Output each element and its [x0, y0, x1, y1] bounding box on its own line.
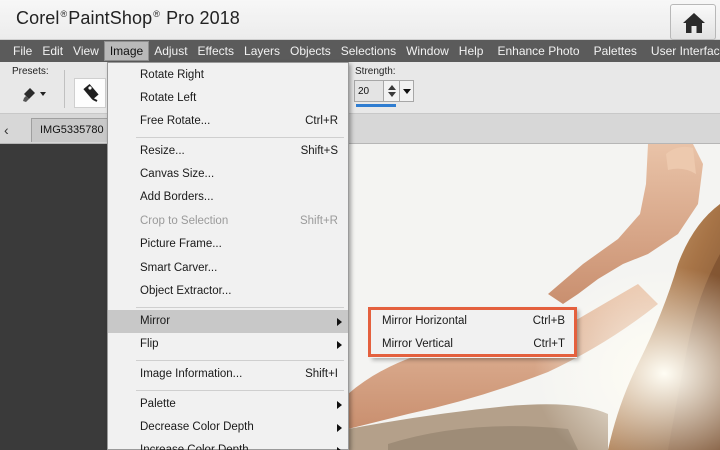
menu-effects[interactable]: Effects	[193, 41, 239, 61]
title-bar: Corel®PaintShop® Pro 2018	[0, 0, 720, 40]
mirror-submenu: Mirror Horizontal Ctrl+B Mirror Vertical C…	[370, 308, 577, 358]
menu-objects[interactable]: Objects	[285, 41, 336, 61]
image-menu-dropdown: Rotate Right Rotate Left Free Rotate... C…	[107, 62, 349, 450]
menu-user-interface[interactable]: User Interface	[646, 41, 720, 61]
menu-view[interactable]: View	[68, 41, 104, 61]
menu-bar: File Edit View Image Adjust Effects Laye…	[0, 40, 720, 62]
presets-button[interactable]	[20, 82, 52, 104]
menu-item-crop-to-selection: Crop to Selection Shift+R	[140, 215, 338, 227]
menu-file[interactable]: File	[8, 41, 37, 61]
chevron-down-icon	[403, 89, 411, 94]
tool-button[interactable]	[74, 78, 106, 108]
menu-item-increase-color-depth[interactable]: Increase Color Depth	[108, 439, 348, 450]
submenu-arrow-icon	[337, 318, 342, 326]
app-title: Corel®PaintShop® Pro 2018	[16, 8, 240, 28]
home-button[interactable]	[670, 4, 716, 40]
brush-preset-icon	[23, 88, 46, 102]
strength-input[interactable]: 20	[354, 80, 384, 102]
toolbar-divider	[64, 70, 65, 108]
home-icon	[683, 13, 705, 33]
menu-item-mirror[interactable]: Mirror	[108, 310, 348, 333]
menu-item-object-extractor[interactable]: Object Extractor...	[108, 280, 348, 303]
menu-separator	[136, 360, 344, 361]
spin-up-icon[interactable]	[388, 85, 396, 90]
submenu-arrow-icon	[337, 424, 342, 432]
spin-down-icon[interactable]	[388, 92, 396, 97]
menu-separator	[136, 137, 344, 138]
menu-item-canvas-size[interactable]: Canvas Size...	[108, 163, 348, 186]
menu-palettes[interactable]: Palettes	[589, 41, 642, 61]
menu-separator	[136, 307, 344, 308]
photo-image	[348, 144, 720, 450]
strength-dropdown-button[interactable]	[400, 80, 414, 102]
menu-item-flip[interactable]: Flip	[108, 333, 348, 356]
menu-adjust[interactable]: Adjust	[149, 41, 192, 61]
menu-separator	[136, 390, 344, 391]
menu-item-rotate-right[interactable]: Rotate Right	[108, 64, 348, 87]
menu-item-image-information[interactable]: Image Information... Shift+I	[108, 363, 348, 386]
menu-item-mirror-horizontal[interactable]: Mirror Horizontal Ctrl+B	[370, 310, 577, 333]
menu-help[interactable]: Help	[454, 41, 489, 61]
submenu-arrow-icon	[337, 401, 342, 409]
menu-item-palette[interactable]: Palette	[108, 393, 348, 416]
menu-item-smart-carver[interactable]: Smart Carver...	[108, 257, 348, 280]
menu-window[interactable]: Window	[401, 41, 454, 61]
menu-item-add-borders[interactable]: Add Borders...	[108, 186, 348, 209]
submenu-arrow-icon	[337, 341, 342, 349]
strength-slider-bar[interactable]	[356, 104, 396, 107]
menu-layers[interactable]: Layers	[239, 41, 285, 61]
menu-image[interactable]: Image	[103, 41, 150, 61]
menu-item-picture-frame[interactable]: Picture Frame...	[108, 233, 348, 256]
menu-item-free-rotate[interactable]: Free Rotate... Ctrl+R	[108, 110, 348, 133]
document-canvas[interactable]	[348, 144, 720, 450]
strength-spinner[interactable]	[384, 80, 400, 102]
presets-label: Presets:	[12, 66, 49, 77]
menu-item-mirror-vertical[interactable]: Mirror Vertical Ctrl+T	[370, 333, 577, 356]
menu-item-resize[interactable]: Resize... Shift+S	[108, 140, 348, 163]
menu-enhance-photo[interactable]: Enhance Photo	[492, 41, 584, 61]
menu-item-rotate-left[interactable]: Rotate Left	[108, 87, 348, 110]
strength-label: Strength:	[355, 66, 396, 77]
strength-control: 20	[354, 80, 414, 104]
tag-icon	[83, 83, 99, 102]
menu-item-decrease-color-depth[interactable]: Decrease Color Depth	[108, 416, 348, 439]
menu-selections[interactable]: Selections	[336, 41, 401, 61]
menu-edit[interactable]: Edit	[37, 41, 68, 61]
chevron-left-icon[interactable]: ‹	[4, 122, 9, 138]
